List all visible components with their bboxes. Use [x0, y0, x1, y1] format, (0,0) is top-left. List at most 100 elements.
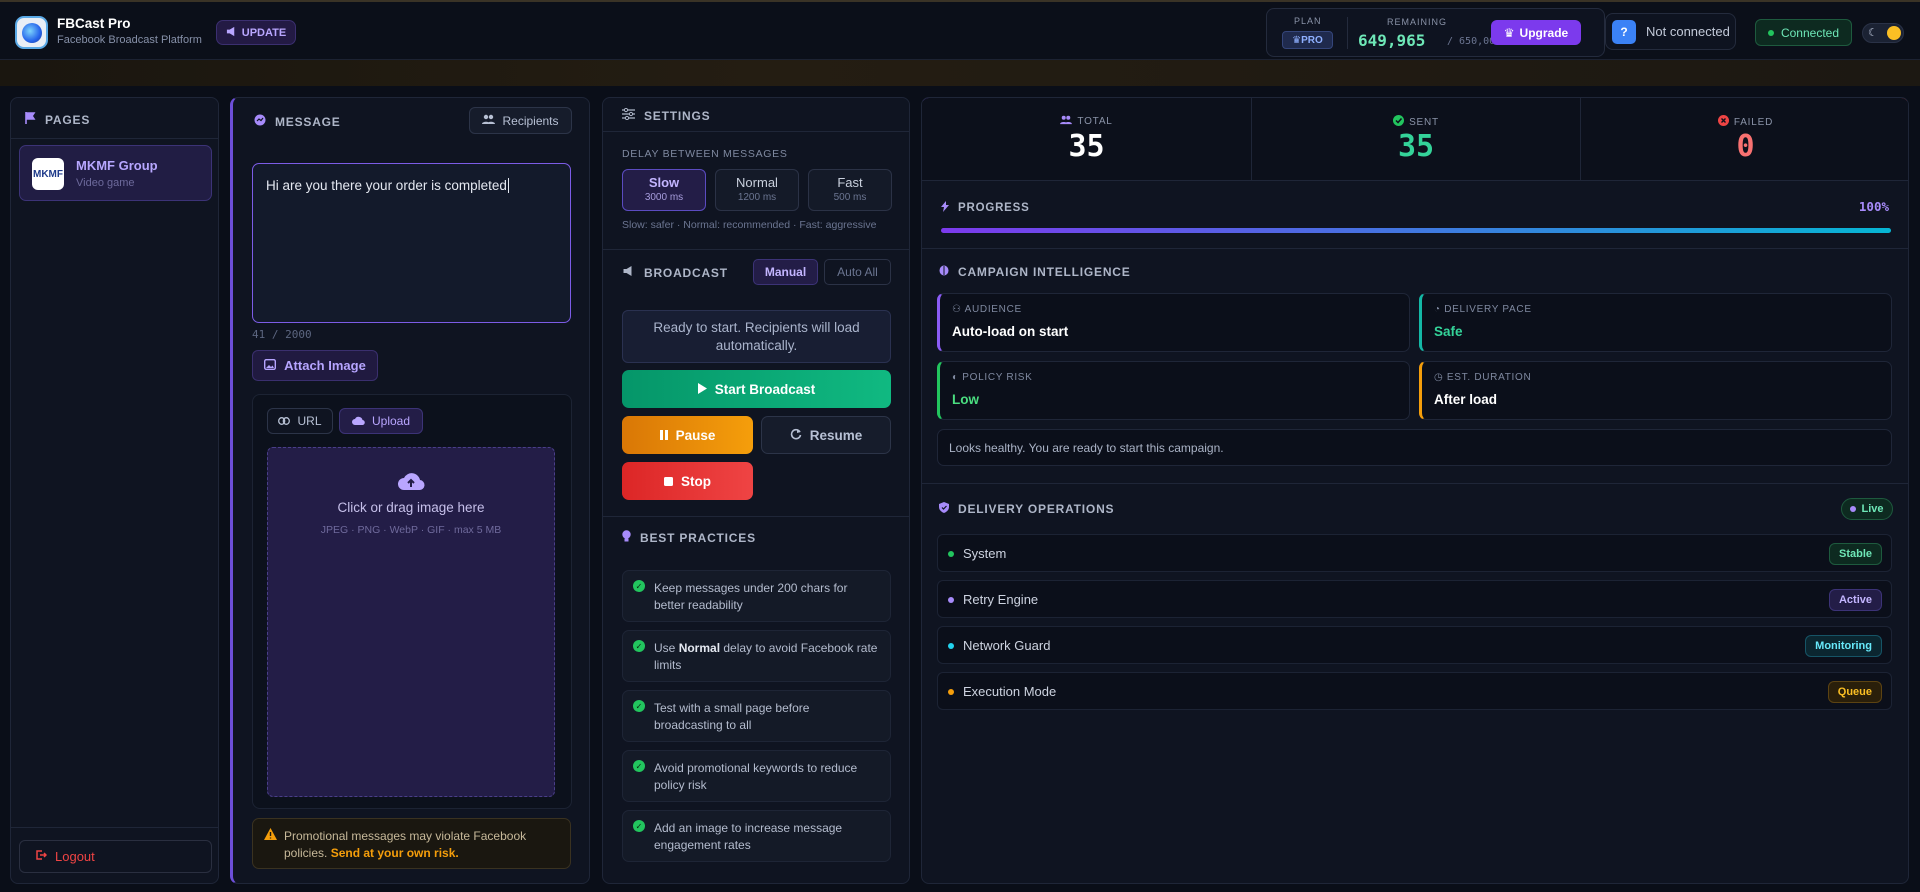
image-upload-box: URL Upload Click or drag image here JPEG…: [252, 394, 572, 809]
mode-auto-button[interactable]: Auto All: [824, 259, 891, 285]
plan-panel: PLAN ♛ PRO REMAINING 649,965 / 650,000 ♛ …: [1266, 8, 1605, 57]
message-text: Hi are you there your order is completed: [266, 178, 507, 193]
speed-ms: 1200 ms: [737, 192, 777, 203]
check-circle-icon: [1393, 115, 1405, 129]
megaphone-icon: [622, 265, 635, 280]
tip-text: Add an image to increase message engagem…: [654, 821, 843, 852]
logout-button[interactable]: Logout: [19, 840, 212, 873]
clock-icon: ◷: [1434, 372, 1444, 383]
intel-label: ⚇ AUDIENCE: [952, 304, 1022, 315]
mode-manual-button[interactable]: Manual: [753, 259, 818, 285]
intel-card-delivery-pace: ◔ DELIVERY PACE Safe: [1419, 293, 1892, 352]
tab-upload[interactable]: Upload: [339, 408, 423, 434]
divider: [922, 483, 1908, 484]
flag-icon: [25, 112, 36, 127]
intel-value: Auto-load on start: [952, 324, 1069, 339]
operations-header: DELIVERY OPERATIONS: [939, 502, 1114, 516]
settings-panel: SETTINGS DELAY BETWEEN MESSAGES Slow 300…: [602, 97, 910, 884]
progress-header: PROGRESS: [941, 201, 1030, 215]
broadcast-header: BROADCAST: [622, 265, 728, 280]
message-textarea[interactable]: Hi are you there your order is completed: [252, 163, 571, 323]
delay-label: DELAY BETWEEN MESSAGES: [622, 148, 788, 160]
crown-icon: ♛: [1503, 25, 1515, 40]
stat-total: TOTAL 35: [922, 98, 1251, 180]
message-header: MESSAGE: [254, 114, 341, 129]
upgrade-button[interactable]: ♛ Upgrade: [1491, 20, 1581, 45]
image-drop-zone[interactable]: Click or drag image here JPEG · PNG · We…: [267, 447, 555, 797]
speed-ms: 3000 ms: [644, 192, 684, 203]
speed-fast-button[interactable]: Fast 500 ms: [808, 169, 892, 211]
remaining-label: REMAINING: [1387, 17, 1448, 27]
attach-image-button[interactable]: Attach Image: [252, 350, 378, 381]
live-dot-icon: [1850, 506, 1857, 512]
divider: [603, 249, 909, 250]
app-title: FBCast Pro: [57, 16, 131, 31]
pause-label: Pause: [675, 427, 716, 443]
status-dot-icon: [948, 597, 954, 603]
divider: [1347, 17, 1348, 49]
tab-url[interactable]: URL: [267, 408, 333, 434]
shield-icon: ◐: [952, 372, 959, 383]
stop-button[interactable]: Stop: [622, 462, 753, 500]
start-broadcast-button[interactable]: Start Broadcast: [622, 370, 891, 408]
moon-icon: ☾: [1868, 27, 1878, 39]
stat-label-text: FAILED: [1733, 116, 1774, 128]
stop-icon: [664, 474, 673, 489]
stat-total-value: 35: [1068, 129, 1105, 164]
app-logo: [15, 16, 48, 49]
sun-icon: [1887, 26, 1901, 40]
intel-label-text: POLICY RISK: [962, 372, 1033, 383]
drop-hint: JPEG · PNG · WebP · GIF · max 5 MB: [320, 524, 502, 536]
theme-toggle[interactable]: ☾: [1862, 23, 1904, 43]
tip-item: ✓ Keep messages under 200 chars for bett…: [622, 570, 891, 622]
speed-slow-button[interactable]: Slow 3000 ms: [622, 169, 706, 211]
plan-badge-text: PRO: [1301, 34, 1323, 46]
message-title: MESSAGE: [275, 114, 341, 129]
update-label: UPDATE: [241, 26, 287, 39]
divider: [11, 138, 218, 139]
tip-item: ✓ Use Normal delay to avoid Facebook rat…: [622, 630, 891, 682]
page-item-mkmf-group[interactable]: MKMF MKMF Group Video game: [19, 145, 212, 201]
connection-badge: Connected: [1755, 19, 1852, 46]
progress-track: [941, 228, 1891, 233]
speed-ms: 500 ms: [833, 192, 867, 203]
resume-label: Resume: [809, 427, 863, 443]
ops-name: Network Guard: [963, 638, 1051, 653]
logout-label: Logout: [55, 849, 95, 864]
stat-failed-label: FAILED: [1581, 115, 1908, 129]
link-icon: [278, 414, 291, 428]
recipients-label: Recipients: [502, 113, 559, 128]
account-status[interactable]: ? Not connected: [1605, 13, 1736, 50]
announcement-strip: [0, 60, 1920, 86]
ops-name: Retry Engine: [963, 592, 1039, 607]
tab-url-label: URL: [297, 414, 322, 428]
intel-label: ◐ POLICY RISK: [952, 372, 1033, 383]
ops-row-execution-mode: Execution Mode Queue: [937, 672, 1892, 710]
intel-card-policy-risk: ◐ POLICY RISK Low: [937, 361, 1410, 420]
play-icon: [697, 382, 707, 397]
tip-text: Keep messages under 200 chars for better…: [654, 581, 848, 612]
app-subtitle: Facebook Broadcast Platform: [57, 34, 202, 46]
intel-label-text: EST. DURATION: [1446, 372, 1532, 383]
speed-normal-button[interactable]: Normal 1200 ms: [715, 169, 799, 211]
resume-button[interactable]: Resume: [761, 416, 891, 454]
progress-label: PROGRESS: [958, 202, 1030, 214]
messenger-icon: [254, 114, 266, 129]
update-button[interactable]: UPDATE: [216, 20, 296, 45]
ops-status-badge: Monitoring: [1805, 635, 1882, 657]
divider: [603, 131, 909, 132]
tip-text: Test with a small page before broadcasti…: [654, 701, 810, 732]
policy-warning: Promotional messages may violate Faceboo…: [252, 818, 571, 869]
intel-value: Low: [952, 392, 979, 407]
cloud-upload-icon: [351, 414, 365, 428]
divider: [603, 516, 909, 517]
pause-button[interactable]: Pause: [622, 416, 753, 454]
intelligence-title: CAMPAIGN INTELLIGENCE: [958, 265, 1131, 279]
speed-hint: Slow: safer · Normal: recommended · Fast…: [622, 219, 877, 231]
plan-label: PLAN: [1294, 16, 1322, 26]
connection-label: Connected: [1780, 25, 1840, 40]
dashboard-panel: TOTAL 35 SENT 35 FAILED 0 PROGRESS 100% …: [921, 97, 1909, 884]
message-panel: MESSAGE Recipients Hi are you there your…: [230, 97, 590, 884]
users-icon: [1060, 115, 1073, 128]
recipients-button[interactable]: Recipients: [469, 107, 572, 134]
